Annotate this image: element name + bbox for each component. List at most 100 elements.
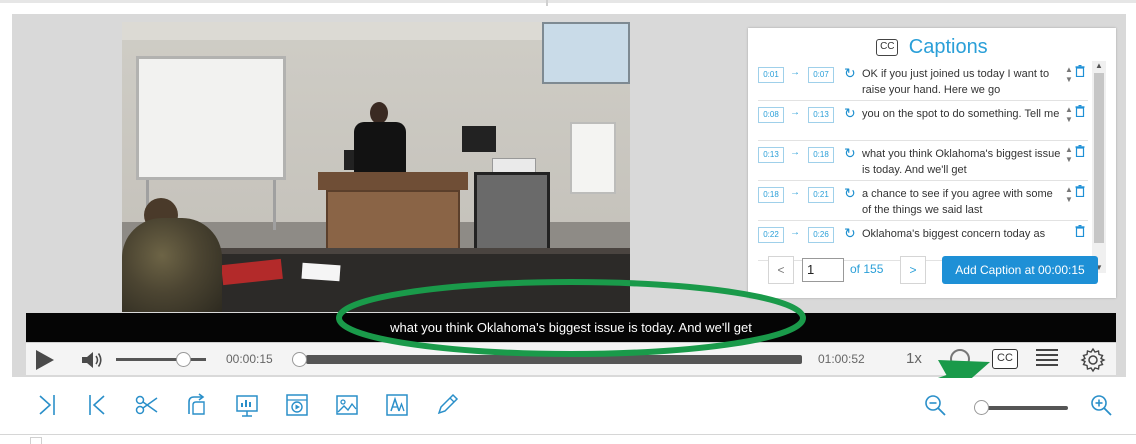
current-time: 00:00:15 [226, 352, 273, 366]
caption-start-time[interactable]: 0:13 [758, 147, 784, 163]
pencil-icon[interactable] [434, 392, 460, 418]
caption-row-controls: ▲ ▼ [1064, 105, 1086, 137]
add-caption-button[interactable]: Add Caption at 00:00:15 [942, 256, 1098, 284]
reorder-stepper[interactable]: ▲ ▼ [1064, 65, 1074, 85]
trash-icon[interactable] [1075, 145, 1085, 157]
caption-end-time[interactable]: 0:18 [808, 147, 834, 163]
text-overlay-icon[interactable] [384, 392, 410, 418]
sync-icon[interactable]: ↻ [844, 185, 856, 202]
screen-capture-icon[interactable] [284, 392, 310, 418]
caption-end-time[interactable]: 0:07 [808, 67, 834, 83]
caption-end-time[interactable]: 0:21 [808, 187, 834, 203]
caption-start-time[interactable]: 0:08 [758, 107, 784, 123]
caption-row: 0:18 → 0:21 ↻ a chance to see if you agr… [758, 181, 1088, 221]
arrow-icon: → [790, 67, 800, 78]
cc-button[interactable]: CC [992, 349, 1018, 369]
caption-list-scrollbar[interactable]: ▲ ▼ [1092, 61, 1106, 273]
video-speaker-head [370, 102, 388, 124]
caption-row: 0:08 → 0:13 ↻ you on the spot to do some… [758, 101, 1088, 141]
caption-row: 0:13 → 0:18 ↻ what you think Oklahoma's … [758, 141, 1088, 181]
caption-text[interactable]: a chance to see if you agree with some o… [862, 186, 1062, 218]
caption-list: 0:01 → 0:07 ↻ OK if you just joined us t… [758, 61, 1088, 273]
volume-slider-handle[interactable] [176, 352, 191, 367]
sync-icon[interactable]: ↻ [844, 105, 856, 122]
sync-icon[interactable]: ↻ [844, 225, 856, 242]
video-projector-screen [542, 22, 630, 84]
video-paper [301, 262, 341, 282]
scissors-icon[interactable] [134, 392, 160, 418]
seek-handle[interactable] [292, 352, 307, 367]
scroll-up-arrow-icon[interactable]: ▲ [1092, 61, 1106, 71]
prev-page-button[interactable]: < [768, 256, 794, 284]
trim-start-icon[interactable] [84, 392, 110, 418]
video-podium-top [318, 172, 468, 190]
caption-row: 0:22 → 0:26 ↻ Oklahoma's biggest concern… [758, 221, 1088, 261]
caption-text[interactable]: you on the spot to do something. Tell me [862, 106, 1062, 122]
list-icon[interactable] [1036, 349, 1058, 369]
caption-text[interactable]: Oklahoma's biggest concern today as [862, 226, 1062, 242]
trash-icon[interactable] [1075, 65, 1085, 77]
cc-icon: CC [876, 39, 899, 56]
reorder-stepper[interactable]: ▲ ▼ [1064, 185, 1074, 205]
trash-icon[interactable] [1075, 105, 1085, 117]
captions-panel: CC Captions 0:01 → 0:07 ↻ OK if you just… [748, 28, 1116, 298]
caption-end-time[interactable]: 0:13 [808, 107, 834, 123]
zoom-slider-handle[interactable] [974, 400, 989, 415]
sync-icon[interactable]: ↻ [844, 145, 856, 162]
zoom-in-icon[interactable] [1088, 392, 1114, 418]
caption-start-time[interactable]: 0:01 [758, 67, 784, 83]
playback-speed[interactable]: 1x [906, 350, 922, 367]
caption-row-controls [1064, 225, 1086, 257]
top-divider [546, 0, 548, 6]
caption-start-time[interactable]: 0:18 [758, 187, 784, 203]
caption-overlay-band: what you think Oklahoma's biggest issue … [26, 313, 1116, 342]
arrow-icon: → [790, 187, 800, 198]
arrow-icon: → [790, 147, 800, 158]
top-border [0, 0, 1136, 3]
slides-icon[interactable] [234, 392, 260, 418]
caption-row-controls: ▲ ▼ [1064, 145, 1086, 177]
sync-icon[interactable]: ↻ [844, 65, 856, 82]
caption-start-time[interactable]: 0:22 [758, 227, 784, 243]
bottom-divider [0, 434, 1136, 435]
volume-icon[interactable] [80, 350, 104, 370]
captions-title: Captions [908, 36, 988, 58]
gear-icon[interactable] [1080, 347, 1106, 373]
video-whiteboard [136, 56, 286, 180]
rotate-icon[interactable] [184, 392, 210, 418]
reorder-stepper[interactable]: ▲ ▼ [1064, 105, 1074, 125]
page-number-input[interactable]: 1 [802, 258, 844, 282]
caption-row-controls: ▲ ▼ [1064, 185, 1086, 217]
trash-icon[interactable] [1075, 185, 1085, 197]
caption-row: 0:01 → 0:07 ↻ OK if you just joined us t… [758, 61, 1088, 101]
video-student [122, 218, 222, 312]
reorder-stepper[interactable]: ▲ ▼ [1064, 145, 1074, 165]
arrow-icon: → [790, 227, 800, 238]
caption-text[interactable]: what you think Oklahoma's biggest issue … [862, 146, 1062, 178]
arrow-icon: → [790, 107, 800, 118]
caption-row-controls: ▲ ▼ [1064, 65, 1086, 97]
zoom-out-icon[interactable] [922, 392, 948, 418]
video-monitor [462, 126, 496, 152]
captions-header: CC Captions [748, 36, 1116, 60]
edit-toolbar [0, 378, 1136, 434]
image-icon[interactable] [334, 392, 360, 418]
next-page-button[interactable]: > [900, 256, 926, 284]
trash-icon[interactable] [1075, 225, 1085, 237]
partially-hidden-icon[interactable] [950, 349, 970, 369]
video-flipchart [570, 122, 616, 194]
current-caption-text: what you think Oklahoma's biggest issue … [390, 320, 752, 335]
video-frame[interactable] [122, 22, 630, 312]
player-controls: 00:00:15 01:00:52 1x CC [26, 342, 1116, 375]
page-count: of 155 [850, 262, 884, 276]
seek-bar[interactable] [306, 355, 802, 364]
volume-slider-track[interactable] [116, 358, 206, 361]
scrollbar-thumb[interactable] [1094, 73, 1104, 243]
timeline-tab[interactable] [30, 437, 42, 444]
total-time: 01:00:52 [818, 352, 865, 366]
caption-end-time[interactable]: 0:26 [808, 227, 834, 243]
split-icon[interactable] [34, 392, 60, 418]
zoom-slider-track[interactable] [984, 406, 1068, 410]
play-button[interactable] [36, 350, 54, 370]
caption-text[interactable]: OK if you just joined us today I want to… [862, 66, 1062, 98]
